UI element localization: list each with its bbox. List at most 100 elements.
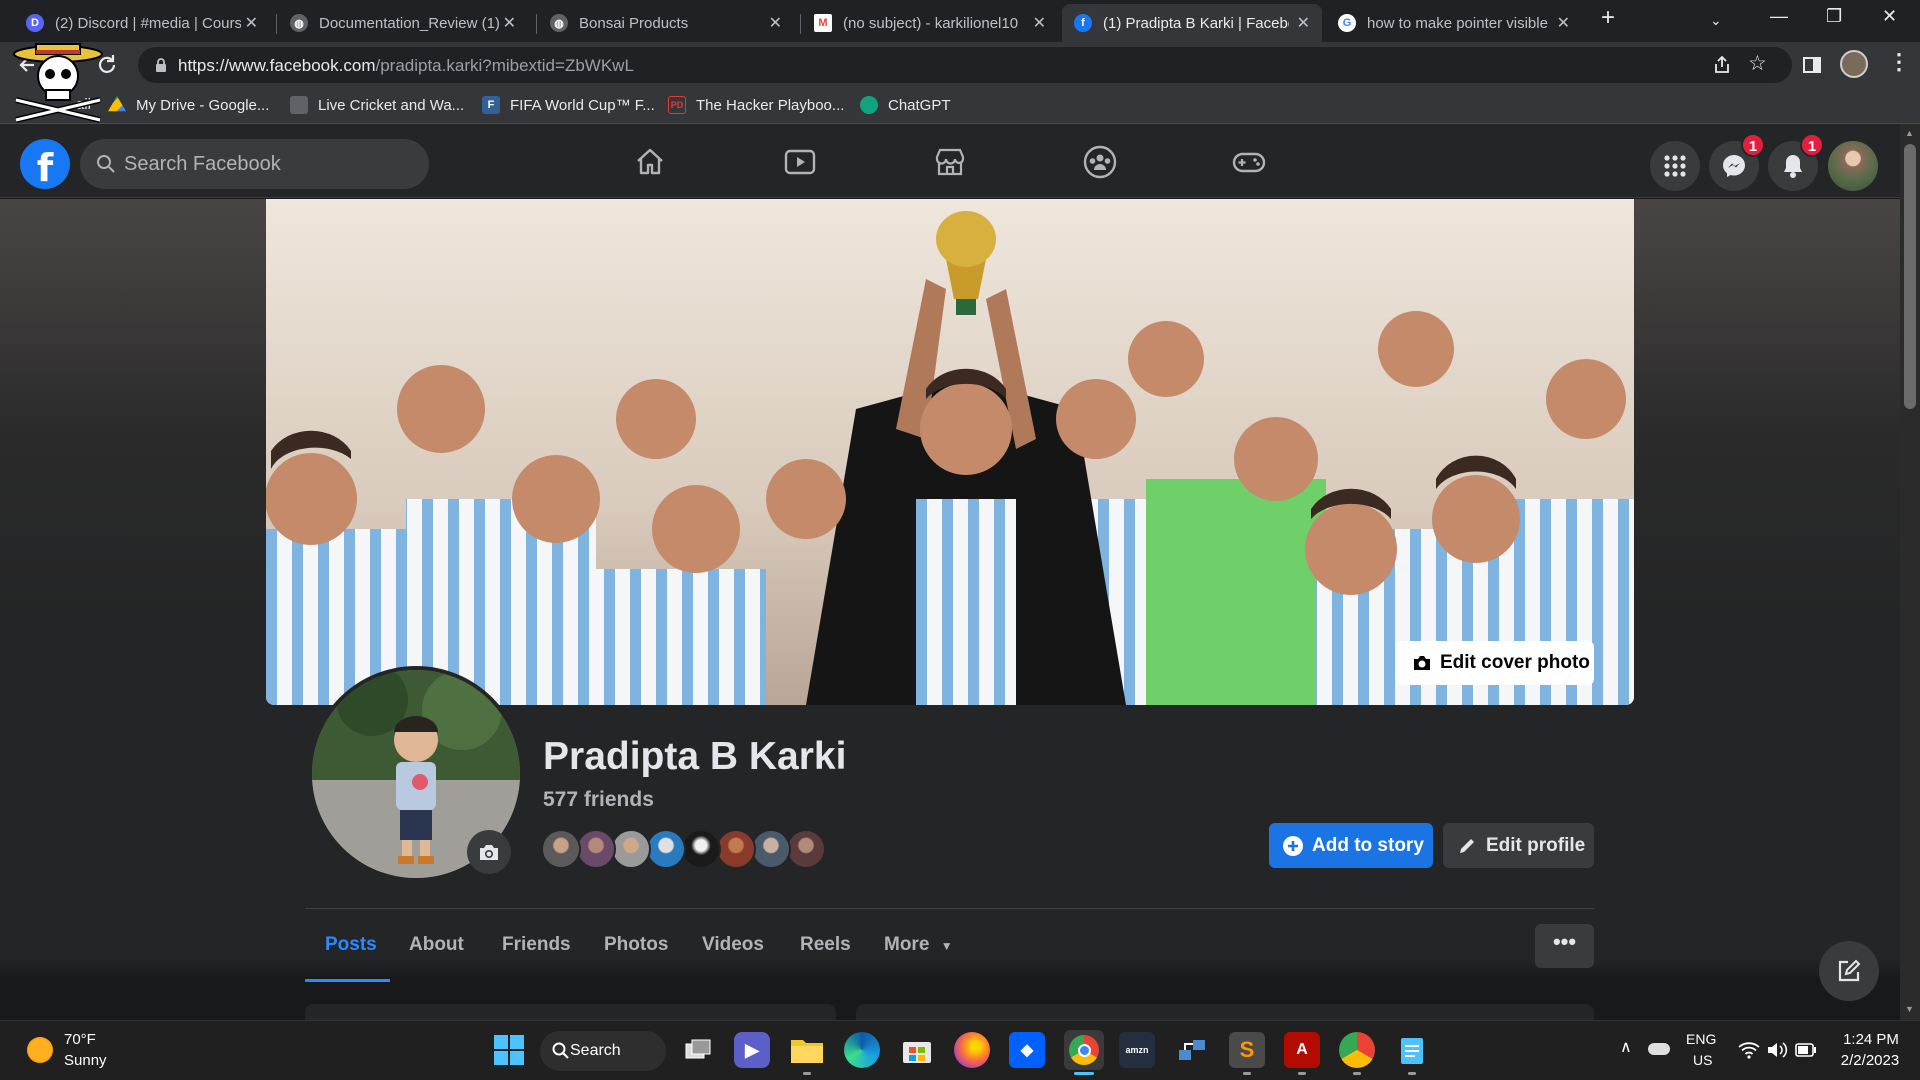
browser-tab-documentation[interactable]: ◍ Documentation_Review (1) ✕: [278, 4, 528, 42]
bookmark-star-icon[interactable]: ☆: [1748, 51, 1767, 76]
network-app-icon[interactable]: [1174, 1032, 1210, 1068]
scroll-up-icon[interactable]: ▲: [1905, 128, 1914, 138]
tab-title: (2) Discord | #media | Cours: [55, 14, 241, 32]
amazon-icon[interactable]: amzn: [1119, 1032, 1155, 1068]
task-view-icon[interactable]: [680, 1032, 716, 1068]
notepad-icon[interactable]: [1394, 1032, 1430, 1068]
watch-video-icon[interactable]: [780, 142, 820, 182]
show-hidden-icons-chevron[interactable]: ∧: [1620, 1037, 1632, 1057]
browser-tab-bonsai[interactable]: ◍ Bonsai Products ✕: [538, 4, 794, 42]
page-scrollbar[interactable]: ▲ ▼: [1900, 124, 1920, 1020]
edit-profile-button[interactable]: Edit profile: [1443, 823, 1594, 868]
sun-weather-icon[interactable]: [27, 1037, 53, 1063]
home-icon[interactable]: [630, 142, 670, 182]
friend-avatar[interactable]: [646, 829, 686, 869]
close-tab-icon[interactable]: ✕: [1033, 13, 1046, 33]
friend-avatar[interactable]: [681, 829, 721, 869]
chrome-profile-icon[interactable]: [1339, 1032, 1375, 1068]
cover-photo[interactable]: [266, 199, 1634, 705]
tab-friends[interactable]: Friends: [502, 934, 571, 956]
close-tab-icon[interactable]: ✕: [1297, 13, 1310, 33]
new-tab-icon[interactable]: +: [1601, 4, 1615, 32]
bookmark-label: ChatGPT: [888, 96, 951, 114]
address-bar[interactable]: https://www.facebook.com/pradipta.karki?…: [138, 47, 1792, 83]
bookmark-fifa[interactable]: F FIFA World Cup™ F...: [482, 96, 655, 114]
clock-time[interactable]: 1:24 PM: [1838, 1031, 1904, 1048]
friend-avatar[interactable]: [576, 829, 616, 869]
lock-icon[interactable]: [154, 57, 168, 73]
notifications-button[interactable]: 1: [1768, 133, 1824, 191]
browser-tab-google[interactable]: G how to make pointer visible ✕: [1326, 4, 1582, 42]
facebook-logo-icon[interactable]: f: [20, 139, 70, 189]
close-window-icon[interactable]: ✕: [1882, 6, 1897, 27]
gaming-icon[interactable]: [1229, 142, 1269, 182]
browser-profile-avatar[interactable]: [1840, 50, 1868, 78]
file-explorer-icon[interactable]: [789, 1032, 825, 1068]
add-to-story-button[interactable]: Add to story: [1269, 823, 1433, 868]
tab-more[interactable]: More ▼: [884, 934, 953, 956]
compose-icon: [1838, 959, 1861, 982]
bookmark-hacker-playbook[interactable]: PD The Hacker Playboo...: [668, 96, 844, 114]
browser-menu-icon[interactable]: ⋮: [1888, 49, 1910, 75]
microsoft-store-icon[interactable]: [899, 1032, 935, 1068]
new-message-button[interactable]: [1819, 941, 1879, 1001]
edit-cover-photo-button[interactable]: Edit cover photo: [1396, 641, 1594, 685]
close-tab-icon[interactable]: ✕: [769, 13, 782, 33]
windows-start-icon[interactable]: [491, 1032, 527, 1068]
url-text[interactable]: https://www.facebook.com/pradipta.karki?…: [178, 56, 634, 76]
volume-icon[interactable]: [1766, 1041, 1788, 1059]
update-profile-picture-button[interactable]: [467, 830, 511, 874]
friend-avatar[interactable]: [541, 829, 581, 869]
account-avatar[interactable]: [1828, 141, 1878, 191]
sublime-text-icon[interactable]: S: [1229, 1032, 1265, 1068]
browser-tab-facebook[interactable]: f (1) Pradipta B Karki | Facebo ✕: [1062, 4, 1322, 42]
friend-avatar[interactable]: [611, 829, 651, 869]
weather-temperature[interactable]: 70°F: [64, 1031, 96, 1048]
language-indicator-bottom[interactable]: US: [1693, 1052, 1712, 1068]
minimize-icon[interactable]: —: [1770, 6, 1788, 27]
groups-icon[interactable]: [1080, 142, 1120, 182]
clock-date[interactable]: 2/2/2023: [1834, 1052, 1906, 1069]
taskbar-search[interactable]: Search: [540, 1031, 666, 1071]
close-tab-icon[interactable]: ✕: [1557, 13, 1570, 33]
side-panel-icon[interactable]: [1802, 55, 1822, 75]
browser-tab-discord[interactable]: D (2) Discord | #media | Cours ✕: [14, 4, 270, 42]
acrobat-icon[interactable]: A: [1284, 1032, 1320, 1068]
search-input[interactable]: [124, 139, 414, 189]
menu-grid-button[interactable]: [1650, 141, 1700, 191]
friend-count[interactable]: 577 friends: [543, 788, 654, 812]
share-icon[interactable]: [1712, 55, 1732, 75]
profile-more-options-button[interactable]: •••: [1535, 924, 1594, 968]
bookmark-live-cricket[interactable]: Live Cricket and Wa...: [290, 96, 464, 114]
browser-tab-gmail[interactable]: M (no subject) - karkilionel10 ✕: [802, 4, 1058, 42]
close-tab-icon[interactable]: ✕: [503, 13, 516, 33]
scrollbar-thumb[interactable]: [1904, 144, 1916, 409]
friend-avatar[interactable]: [716, 829, 756, 869]
close-tab-icon[interactable]: ✕: [245, 13, 258, 33]
onedrive-cloud-icon[interactable]: [1648, 1043, 1670, 1055]
friend-avatar[interactable]: [786, 829, 826, 869]
tab-photos[interactable]: Photos: [604, 934, 668, 956]
tab-reels[interactable]: Reels: [800, 934, 851, 956]
edge-browser-icon[interactable]: [844, 1032, 880, 1068]
bookmark-my-drive[interactable]: My Drive - Google...: [108, 96, 269, 114]
tab-posts[interactable]: Posts: [325, 934, 377, 956]
battery-icon[interactable]: [1795, 1043, 1817, 1057]
facebook-search-box[interactable]: [80, 139, 429, 189]
chrome-taskbar-button[interactable]: [1064, 1030, 1104, 1070]
language-indicator-top[interactable]: ENG: [1686, 1031, 1716, 1047]
wifi-icon[interactable]: [1738, 1041, 1760, 1059]
dropbox-icon[interactable]: ◆: [1009, 1032, 1045, 1068]
scroll-down-icon[interactable]: ▼: [1905, 1004, 1914, 1014]
tab-about[interactable]: About: [409, 934, 464, 956]
restore-icon[interactable]: ❐: [1826, 6, 1842, 27]
friend-avatar[interactable]: [751, 829, 791, 869]
messenger-button[interactable]: 1: [1709, 133, 1765, 191]
teams-chat-icon[interactable]: ▶: [734, 1032, 770, 1068]
tab-search-chevron-icon[interactable]: ⌄: [1710, 12, 1722, 29]
bookmark-chatgpt[interactable]: ChatGPT: [860, 96, 951, 114]
weather-description[interactable]: Sunny: [64, 1052, 107, 1069]
tab-videos[interactable]: Videos: [702, 934, 764, 956]
firefox-icon[interactable]: [954, 1032, 990, 1068]
marketplace-icon[interactable]: [930, 142, 970, 182]
